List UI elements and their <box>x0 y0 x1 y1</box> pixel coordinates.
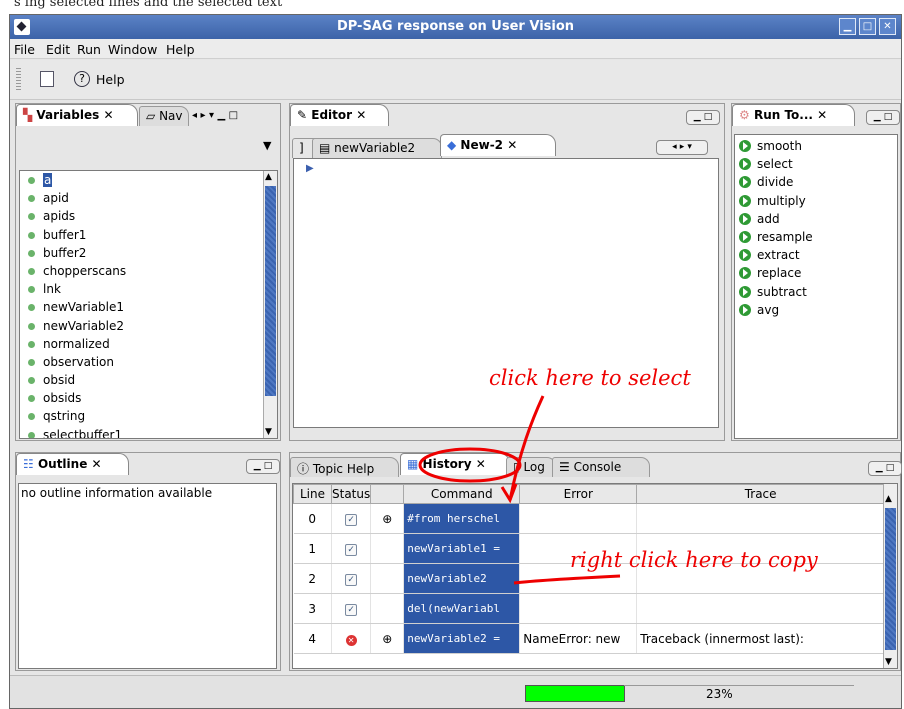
annotation-arrowhead <box>500 483 518 504</box>
annotation-circle <box>418 447 522 483</box>
annotation-underline-copy <box>513 574 621 585</box>
annotation-right-click-copy: right click here to copy <box>570 548 818 572</box>
annotation-click-select: click here to select <box>489 366 691 390</box>
annotation-overlay <box>418 395 621 585</box>
